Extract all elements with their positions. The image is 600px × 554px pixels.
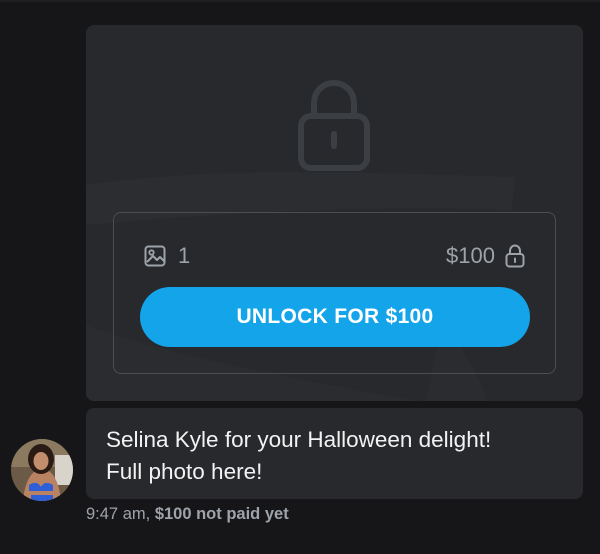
media-count: 1	[144, 243, 190, 269]
unlock-panel: 1 $100 UNLOCK FOR $100	[113, 212, 556, 374]
message-text-line-1: Selina Kyle for your Halloween delight!	[106, 427, 492, 452]
small-lock-icon	[505, 244, 525, 268]
price-value: $100	[446, 243, 495, 268]
payment-status: $100 not paid yet	[154, 505, 289, 523]
top-divider	[0, 0, 600, 2]
message-bubble: Selina Kyle for your Halloween delight! …	[86, 408, 583, 499]
price-tag: $100	[446, 243, 525, 269]
image-icon	[144, 245, 166, 267]
message-text-line-2: Full photo here!	[106, 459, 263, 484]
message-time: 9:47 am,	[86, 505, 151, 523]
locked-media-card: 1 $100 UNLOCK FOR $100	[86, 25, 583, 401]
unlock-button[interactable]: UNLOCK FOR $100	[140, 287, 530, 347]
media-count-value: 1	[178, 243, 191, 268]
avatar-image	[11, 439, 73, 501]
lock-icon	[298, 80, 370, 171]
message-meta: 9:47 am, $100 not paid yet	[86, 505, 289, 524]
avatar[interactable]	[11, 439, 73, 501]
